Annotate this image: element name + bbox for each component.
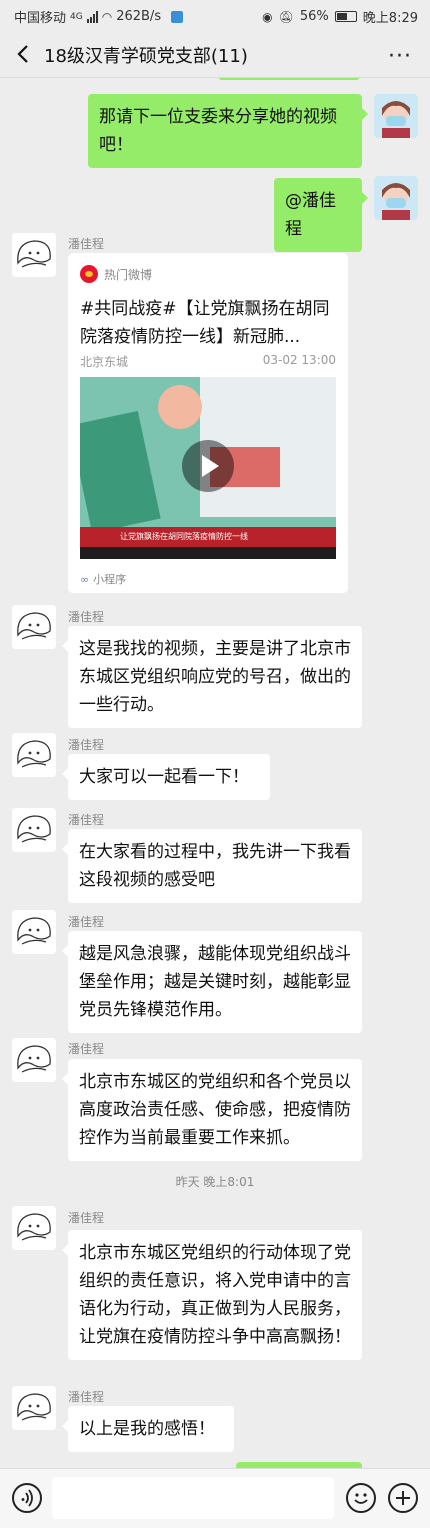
clock: 晚上8:29	[362, 11, 418, 26]
emoji-icon[interactable]	[346, 1483, 376, 1513]
message-bubble[interactable]: 以上是我的感悟！	[62, 1406, 234, 1452]
battery-icon	[334, 11, 357, 22]
timestamp: 昨天 晚上8:01	[175, 1175, 255, 1189]
video-thumbnail[interactable]: 北京东城 03-02 13:00 让党旗飘扬在胡同院落疫情防控一线	[80, 353, 336, 559]
signal-icon	[86, 10, 98, 23]
input-bar	[0, 1468, 430, 1528]
sender-avatar[interactable]	[12, 233, 56, 277]
weibo-icon	[80, 265, 98, 283]
message-bubble[interactable]: 这是我找的视频，主要是讲了北京市东城区党组织响应党的号召，做出的一些行动。	[62, 626, 362, 728]
card-location: 北京东城	[80, 355, 129, 369]
message-bubble[interactable]: 那请下一位支委来分享她的视频吧！	[88, 94, 368, 168]
back-icon[interactable]	[12, 42, 36, 66]
carrier-label: 中国移动	[14, 11, 67, 26]
sender-avatar[interactable]	[12, 1038, 56, 1082]
sender-avatar[interactable]	[12, 808, 56, 852]
sender-name: 潘佳程	[68, 1390, 105, 1404]
message-input[interactable]	[52, 1477, 334, 1519]
message-list[interactable]: 那请下一位支委来分享她的视频吧！ @潘佳程 潘佳程 热门微博 #共同战疫#【让党…	[0, 78, 430, 1468]
my-avatar[interactable]	[374, 176, 418, 220]
message-bubble[interactable]: 越是风急浪骤，越能体现党组织战斗堡垒作用；越是关键时刻，越能彰显党员先锋模范作用…	[62, 931, 362, 1033]
chat-title: 18级汉青学硕党支部(11)	[44, 46, 248, 67]
message-bubble[interactable]: @潘佳程	[274, 178, 368, 252]
card-footer: 小程序	[93, 573, 127, 586]
message-bubble[interactable]: 北京市东城区的党组织和各个党员以高度政治责任感、使命感，把疫情防控作为当前最重要…	[62, 1059, 362, 1161]
app-notification-icon	[171, 10, 184, 23]
eye-icon: ◉	[262, 9, 273, 24]
sender-avatar[interactable]	[12, 605, 56, 649]
card-title: #共同战疫#【让党旗飘扬在胡同院落疫情防控一线】新冠肺...	[80, 299, 330, 347]
network-speed: 262B/s	[116, 9, 162, 24]
previous-message-fragment	[218, 78, 360, 80]
message-bubble[interactable]: 北京市东城区党组织的行动体现了党组织的责任意识，将入党申请中的言语化为行动，真正…	[62, 1230, 362, 1360]
message-bubble[interactable]: 在大家看的过程中，我先讲一下我看这段视频的感受吧	[62, 829, 362, 903]
sender-avatar[interactable]	[12, 1206, 56, 1250]
card-source: 热门微博	[104, 267, 153, 282]
sender-name: 潘佳程	[68, 1211, 105, 1225]
sender-name: 潘佳程	[68, 915, 105, 929]
sender-name: 潘佳程	[68, 237, 105, 251]
mini-program-icon: ∞	[80, 572, 90, 586]
network-label: 4G	[70, 11, 83, 22]
plus-icon[interactable]	[388, 1483, 418, 1513]
card-datetime: 03-02 13:00	[262, 353, 336, 367]
voice-icon[interactable]	[12, 1483, 42, 1513]
sender-avatar[interactable]	[12, 1386, 56, 1430]
sender-avatar[interactable]	[12, 910, 56, 954]
chat-header: 18级汉青学硕党支部(11) ···	[0, 32, 430, 78]
more-icon[interactable]: ···	[388, 44, 412, 69]
mini-program-card[interactable]: 热门微博 #共同战疫#【让党旗飘扬在胡同院落疫情防控一线】新冠肺... 北京东城…	[68, 253, 348, 593]
battery-percent: 56%	[299, 9, 329, 24]
play-icon[interactable]	[181, 439, 235, 493]
my-avatar[interactable]	[374, 94, 418, 138]
message-bubble[interactable]: 大家可以一起看一下！	[62, 754, 270, 800]
mute-icon: 🔕︎	[278, 9, 294, 24]
sender-name: 潘佳程	[68, 1042, 105, 1056]
sender-name: 潘佳程	[68, 813, 105, 827]
sender-name: 潘佳程	[68, 610, 105, 624]
status-bar: 中国移动 4G ◠ 262B/s ◉ 🔕︎ 56% 晚上8:29	[0, 0, 430, 32]
sender-avatar[interactable]	[12, 733, 56, 777]
sender-name: 潘佳程	[68, 738, 105, 752]
wifi-icon: ◠	[101, 9, 113, 24]
svg-text:让党旗飘扬在胡同院落疫情防控一线: 让党旗飘扬在胡同院落疫情防控一线	[120, 531, 248, 541]
